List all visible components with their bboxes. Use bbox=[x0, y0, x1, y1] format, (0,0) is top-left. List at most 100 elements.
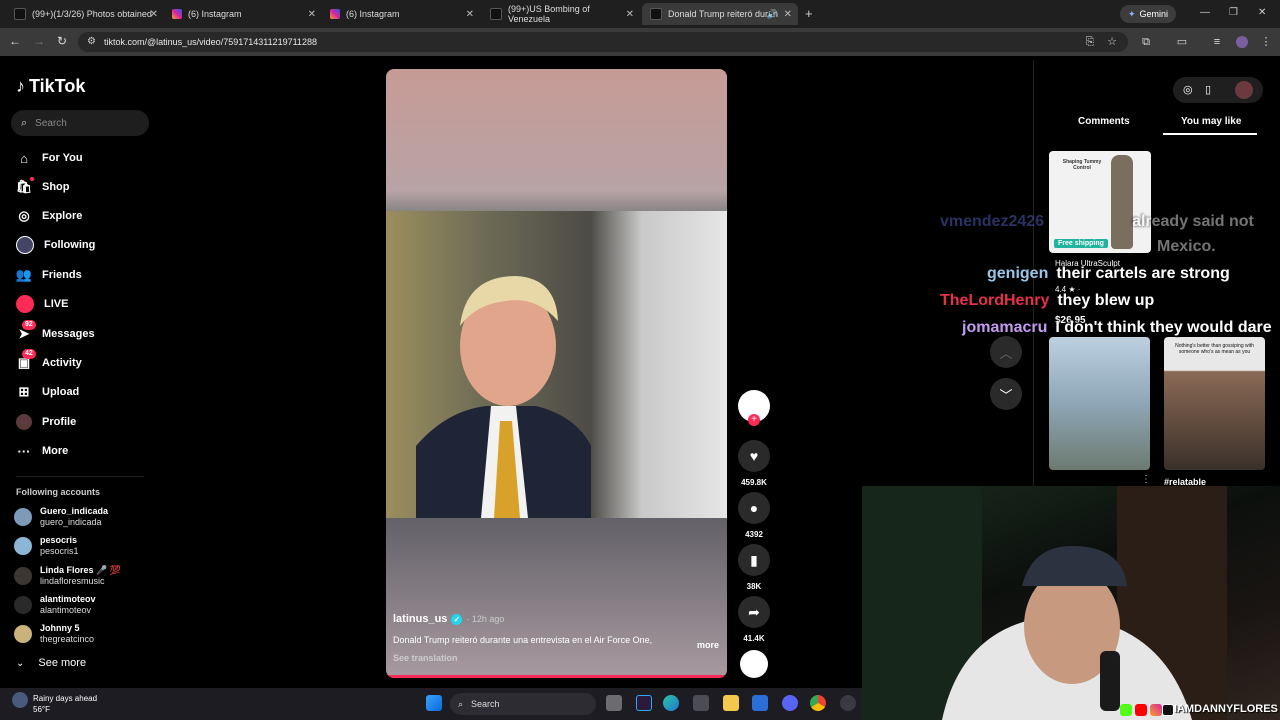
weather-widget[interactable]: Rainy days ahead 56°F bbox=[33, 693, 97, 715]
see-more-button[interactable]: ⌄ See more bbox=[16, 657, 86, 669]
comment-action[interactable]: ● 4392 bbox=[738, 492, 770, 539]
sidebar-item-explore[interactable]: ◎ Explore bbox=[16, 207, 82, 225]
verified-icon: ✓ bbox=[451, 613, 463, 625]
sidebar-icon[interactable]: ▭ bbox=[1176, 36, 1188, 48]
video-progress-bar[interactable] bbox=[386, 675, 727, 678]
tab-you-may-like[interactable]: You may like bbox=[1181, 116, 1241, 127]
share-action[interactable]: ➦ 41.4K bbox=[738, 596, 770, 643]
weather-icon[interactable] bbox=[12, 692, 28, 708]
sidebar-item-label: Messages bbox=[42, 328, 95, 340]
maximize-icon[interactable]: ❐ bbox=[1229, 7, 1238, 18]
browser-tab[interactable]: (6) Instagram ✕ bbox=[164, 3, 322, 25]
close-icon[interactable]: ✕ bbox=[150, 9, 158, 20]
app-icon[interactable] bbox=[752, 695, 768, 711]
bookmark-star-icon[interactable]: ☆ bbox=[1106, 36, 1118, 48]
sidebar-item-activity[interactable]: ▣ 42 Activity bbox=[16, 349, 82, 372]
edge-icon[interactable] bbox=[663, 695, 679, 711]
sidebar-divider bbox=[16, 476, 144, 477]
product-card[interactable]: Shaping Tummy Control Free shipping bbox=[1049, 151, 1151, 253]
share-icon[interactable]: ➦ bbox=[738, 596, 770, 628]
url-field[interactable]: ⚙ tiktok.com/@latinus_us/video/759171431… bbox=[78, 32, 1128, 52]
site-info-icon[interactable]: ⚙ bbox=[87, 36, 96, 47]
browser-tab-active[interactable]: Donald Trump reiteró duran 🔊 ✕ bbox=[642, 3, 798, 25]
install-icon[interactable]: ⎘ bbox=[1084, 36, 1096, 48]
browser-tab[interactable]: (99+)(1/3/26) Photos obtained ✕ bbox=[6, 3, 164, 25]
tab-title: Donald Trump reiteró duran bbox=[668, 9, 779, 19]
following-account[interactable]: Linda Flores 🎤 💯 lindafloresmusic bbox=[14, 565, 121, 587]
follow-plus-icon[interactable]: + bbox=[748, 414, 760, 426]
file-explorer-icon[interactable] bbox=[723, 695, 739, 711]
more-button[interactable]: more bbox=[697, 640, 719, 650]
sidebar-item-more[interactable]: ··· More bbox=[16, 442, 69, 460]
tiktok-logo[interactable]: ♪ TikTok bbox=[16, 76, 85, 97]
comment-icon[interactable]: ● bbox=[738, 492, 770, 524]
discord-icon[interactable] bbox=[782, 695, 798, 711]
save-action[interactable]: ▮ 38K bbox=[738, 544, 770, 591]
close-icon[interactable]: ✕ bbox=[308, 9, 316, 20]
photoshop-icon[interactable] bbox=[636, 695, 652, 711]
heart-icon[interactable]: ♥ bbox=[738, 440, 770, 472]
tab-comments[interactable]: Comments bbox=[1078, 116, 1130, 127]
compass-icon[interactable]: ◎ bbox=[1183, 83, 1193, 96]
following-account[interactable]: pesocris pesocris1 bbox=[14, 535, 79, 557]
close-icon[interactable]: ✕ bbox=[466, 9, 474, 20]
sidebar-item-friends[interactable]: 👥 Friends bbox=[16, 266, 82, 284]
home-icon: ⌂ bbox=[20, 150, 28, 166]
streamer-handle: IAMDANNYFLORES bbox=[1174, 703, 1278, 715]
bookmark-icon[interactable]: ▮ bbox=[738, 544, 770, 576]
profile-avatar-icon[interactable] bbox=[1236, 36, 1248, 48]
video-player[interactable]: latinus_us ✓ · 12h ago Donald Trump reit… bbox=[386, 69, 727, 678]
windows-start-icon[interactable] bbox=[426, 695, 442, 711]
task-view-icon[interactable] bbox=[606, 695, 622, 711]
sidebar-item-upload[interactable]: ⊞ Upload bbox=[16, 383, 80, 401]
gemini-button[interactable]: ✦ Gemini bbox=[1120, 5, 1177, 23]
following-account[interactable]: Johnny 5 thegreatcinco bbox=[14, 623, 94, 645]
close-icon[interactable]: ✕ bbox=[784, 9, 792, 20]
sidebar-item-messages[interactable]: ➤ 92 Messages bbox=[16, 320, 95, 343]
see-translation-link[interactable]: See translation bbox=[393, 653, 723, 663]
back-icon[interactable]: ← bbox=[9, 34, 21, 48]
minimize-icon[interactable]: — bbox=[1200, 7, 1210, 18]
sidebar-item-live[interactable]: LIVE bbox=[16, 295, 68, 313]
music-disc-icon[interactable] bbox=[740, 650, 768, 678]
previous-video-button[interactable]: ︿ bbox=[990, 336, 1022, 368]
user-avatar-icon[interactable] bbox=[1235, 81, 1253, 99]
obs-icon[interactable] bbox=[840, 695, 856, 711]
forward-icon[interactable]: → bbox=[33, 34, 45, 48]
sidebar-item-profile[interactable]: Profile bbox=[16, 413, 76, 431]
account-name: alantimoteov bbox=[40, 594, 96, 604]
following-account[interactable]: alantimoteov alantimoteov bbox=[14, 594, 96, 616]
gemini-label: Gemini bbox=[1139, 9, 1169, 19]
menu-dots-icon[interactable]: ⋮ bbox=[1141, 474, 1151, 485]
new-tab-icon[interactable]: + bbox=[805, 6, 813, 21]
instagram-icon bbox=[1150, 704, 1162, 716]
search-input[interactable]: ⌕ Search bbox=[11, 110, 149, 136]
avatar bbox=[14, 567, 32, 585]
store-icon[interactable] bbox=[693, 695, 709, 711]
window-close-icon[interactable]: ✕ bbox=[1258, 7, 1266, 18]
extensions-icon[interactable]: ⧉ bbox=[1140, 36, 1152, 48]
browser-tab[interactable]: (99+)US Bombing of Venezuela ✕ bbox=[482, 3, 640, 25]
close-icon[interactable]: ✕ bbox=[626, 9, 634, 20]
sidebar-item-shop[interactable]: 🛍 Shop bbox=[16, 177, 70, 196]
reload-icon[interactable]: ↻ bbox=[57, 34, 67, 48]
video-thumbnail[interactable]: Nothing's better than gossiping with som… bbox=[1164, 337, 1265, 470]
account-name: Linda Flores 🎤 💯 bbox=[40, 565, 121, 575]
browser-tab[interactable]: (6) Instagram ✕ bbox=[322, 3, 480, 25]
sidebar-item-for-you[interactable]: ⌂ For You bbox=[16, 149, 82, 167]
sidebar-item-following[interactable]: Following bbox=[16, 236, 95, 254]
address-bar-row: ← → ↻ ⚙ tiktok.com/@latinus_us/video/759… bbox=[0, 28, 1280, 56]
sidebar-item-label: Following bbox=[44, 239, 96, 251]
menu-dots-icon[interactable]: ⋮ bbox=[1260, 36, 1272, 48]
chrome-icon[interactable] bbox=[810, 695, 826, 711]
like-action[interactable]: ♥ 459.8K bbox=[738, 440, 770, 487]
taskbar-search[interactable]: ⌕ Search bbox=[450, 693, 596, 715]
speaker-icon[interactable]: 🔊 bbox=[767, 9, 778, 20]
video-thumbnail[interactable] bbox=[1049, 337, 1150, 470]
following-account[interactable]: Guero_indicada guero_indicada bbox=[14, 506, 108, 528]
weather-title: Rainy days ahead bbox=[33, 694, 98, 703]
next-video-button[interactable]: ﹀ bbox=[990, 378, 1022, 410]
media-icon[interactable]: ≡ bbox=[1211, 36, 1223, 48]
video-author[interactable]: latinus_us ✓ · 12h ago bbox=[393, 613, 723, 625]
device-icon[interactable]: ▯ bbox=[1205, 83, 1211, 96]
